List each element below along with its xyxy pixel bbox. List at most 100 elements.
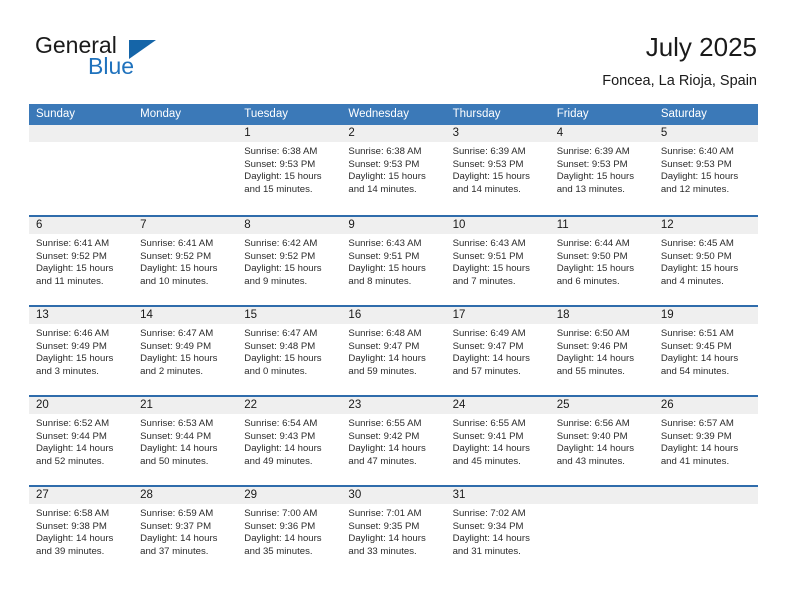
day-number: 31 (445, 487, 550, 504)
calendar-day-cell[interactable]: 1 Sunrise: 6:38 AM Sunset: 9:53 PM Daylight… (237, 125, 342, 215)
calendar-day-cell[interactable]: 5 Sunrise: 6:40 AM Sunset: 9:53 PM Daylight… (653, 125, 758, 215)
day-detail-line: Daylight: 15 hours (452, 263, 530, 275)
weekday-header-monday: Monday (140, 108, 182, 120)
calendar-day-cell-empty (29, 125, 134, 215)
calendar-day-cell[interactable]: 23 Sunrise: 6:55 AM Sunset: 9:42 PM Dayligh… (341, 397, 446, 485)
day-detail-line: Daylight: 14 hours (452, 353, 530, 365)
day-detail-line: Sunrise: 6:47 AM (244, 328, 318, 339)
calendar-day-cell[interactable]: 20 Sunrise: 6:52 AM Sunset: 9:44 PM Dayligh… (29, 397, 134, 485)
calendar-day-cell[interactable]: 13 Sunrise: 6:46 AM Sunset: 9:49 PM Dayligh… (29, 307, 134, 395)
calendar-day-cell[interactable]: 7 Sunrise: 6:41 AM Sunset: 9:52 PM Daylight… (133, 217, 238, 305)
day-number: 17 (445, 307, 550, 324)
day-details: Sunrise: 7:00 AM Sunset: 9:36 PM Daylight:… (237, 504, 341, 558)
day-detail-line: Sunrise: 6:41 AM (140, 238, 214, 249)
calendar-day-cell[interactable]: 11 Sunrise: 6:44 AM Sunset: 9:50 PM Dayligh… (549, 217, 654, 305)
day-detail-line: Sunset: 9:35 PM (348, 520, 420, 532)
day-details: Sunrise: 6:56 AM Sunset: 9:40 PM Daylight:… (550, 414, 654, 468)
day-detail-line: and 50 minutes. (140, 455, 209, 467)
day-detail-line: Sunrise: 7:02 AM (452, 508, 526, 519)
calendar-week-row: 13 Sunrise: 6:46 AM Sunset: 9:49 PM Dayligh… (29, 305, 758, 395)
day-detail-line: Sunset: 9:49 PM (140, 340, 212, 352)
day-details: Sunrise: 6:38 AM Sunset: 9:53 PM Daylight:… (341, 142, 445, 196)
day-detail-line: Daylight: 14 hours (452, 533, 530, 545)
calendar-day-cell[interactable]: 6 Sunrise: 6:41 AM Sunset: 9:52 PM Daylight… (29, 217, 134, 305)
day-details: Sunrise: 6:49 AM Sunset: 9:47 PM Daylight:… (446, 324, 550, 378)
day-number: 4 (549, 125, 654, 142)
day-details: Sunrise: 6:55 AM Sunset: 9:42 PM Daylight:… (341, 414, 445, 468)
day-number: 15 (237, 307, 342, 324)
calendar-day-cell[interactable]: 12 Sunrise: 6:45 AM Sunset: 9:50 PM Dayligh… (653, 217, 758, 305)
day-detail-line: Sunset: 9:47 PM (348, 340, 420, 352)
day-detail-line: Sunset: 9:53 PM (244, 158, 316, 170)
calendar-day-cell[interactable]: 10 Sunrise: 6:43 AM Sunset: 9:51 PM Dayligh… (445, 217, 550, 305)
calendar-day-cell[interactable]: 4 Sunrise: 6:39 AM Sunset: 9:53 PM Daylight… (549, 125, 654, 215)
day-detail-line: Sunset: 9:53 PM (348, 158, 420, 170)
day-number (133, 125, 238, 142)
calendar-day-cell[interactable]: 2 Sunrise: 6:38 AM Sunset: 9:53 PM Daylight… (341, 125, 446, 215)
day-detail-line: and 41 minutes. (660, 455, 730, 467)
day-number: 25 (549, 397, 654, 414)
day-detail-line: Daylight: 15 hours (244, 171, 322, 183)
day-details: Sunrise: 7:01 AM Sunset: 9:35 PM Daylight:… (341, 504, 445, 558)
day-details (29, 142, 133, 146)
general-blue-logo[interactable]: General Blue (35, 32, 215, 88)
calendar-day-cell[interactable]: 22 Sunrise: 6:54 AM Sunset: 9:43 PM Dayligh… (237, 397, 342, 485)
day-detail-line: Sunset: 9:52 PM (140, 250, 212, 262)
day-detail-line: Daylight: 14 hours (244, 533, 322, 545)
day-detail-line: Sunrise: 6:43 AM (348, 238, 422, 249)
day-detail-line: Daylight: 15 hours (36, 353, 114, 365)
day-number: 23 (341, 397, 446, 414)
day-detail-line: Daylight: 15 hours (452, 171, 530, 183)
day-detail-line: Sunrise: 6:59 AM (140, 508, 214, 519)
day-number: 30 (341, 487, 446, 504)
calendar-day-cell[interactable]: 31 Sunrise: 7:02 AM Sunset: 9:34 PM Dayligh… (445, 487, 550, 575)
day-number: 20 (29, 397, 134, 414)
page-header: General Blue July 2025 Foncea, La Rioja,… (35, 30, 757, 96)
weekday-header-sunday: Sunday (36, 108, 76, 120)
day-detail-line: Sunset: 9:51 PM (452, 250, 524, 262)
day-detail-line: and 57 minutes. (452, 365, 521, 377)
calendar-day-cell[interactable]: 17 Sunrise: 6:49 AM Sunset: 9:47 PM Dayligh… (445, 307, 550, 395)
calendar-day-cell[interactable]: 24 Sunrise: 6:55 AM Sunset: 9:41 PM Dayligh… (445, 397, 550, 485)
day-detail-line: Sunrise: 7:01 AM (348, 508, 422, 519)
calendar-day-cell[interactable]: 19 Sunrise: 6:51 AM Sunset: 9:45 PM Dayligh… (653, 307, 758, 395)
title-block: July 2025 Foncea, La Rioja, Spain (602, 30, 757, 92)
day-detail-line: and 15 minutes. (244, 183, 313, 195)
day-detail-line: Sunrise: 6:40 AM (660, 146, 734, 157)
calendar-day-cell[interactable]: 8 Sunrise: 6:42 AM Sunset: 9:52 PM Daylight… (237, 217, 342, 305)
day-detail-line: Sunset: 9:53 PM (660, 158, 732, 170)
day-number: 16 (341, 307, 446, 324)
calendar-day-cell[interactable]: 9 Sunrise: 6:43 AM Sunset: 9:51 PM Daylight… (341, 217, 446, 305)
day-number: 9 (341, 217, 446, 234)
day-details: Sunrise: 6:44 AM Sunset: 9:50 PM Daylight:… (550, 234, 654, 288)
day-detail-line: and 13 minutes. (556, 183, 625, 195)
calendar-day-cell[interactable]: 25 Sunrise: 6:56 AM Sunset: 9:40 PM Dayligh… (549, 397, 654, 485)
weekday-header-thursday: Thursday (452, 108, 501, 120)
day-detail-line: and 2 minutes. (140, 365, 204, 377)
day-detail-line: Daylight: 14 hours (660, 353, 739, 365)
calendar-day-cell[interactable]: 21 Sunrise: 6:53 AM Sunset: 9:44 PM Dayligh… (133, 397, 238, 485)
calendar-day-cell[interactable]: 3 Sunrise: 6:39 AM Sunset: 9:53 PM Daylight… (445, 125, 550, 215)
calendar-day-cell[interactable]: 30 Sunrise: 7:01 AM Sunset: 9:35 PM Dayligh… (341, 487, 446, 575)
day-number: 14 (133, 307, 238, 324)
day-detail-line: and 35 minutes. (244, 545, 313, 557)
day-details: Sunrise: 6:57 AM Sunset: 9:39 PM Daylight:… (654, 414, 758, 468)
day-detail-line: Sunrise: 6:47 AM (140, 328, 214, 339)
calendar-day-cell[interactable]: 29 Sunrise: 7:00 AM Sunset: 9:36 PM Dayligh… (237, 487, 342, 575)
calendar-day-cell[interactable]: 18 Sunrise: 6:50 AM Sunset: 9:46 PM Dayligh… (549, 307, 654, 395)
day-detail-line: Sunset: 9:41 PM (452, 430, 524, 442)
day-details: Sunrise: 6:43 AM Sunset: 9:51 PM Daylight:… (446, 234, 550, 288)
calendar-day-cell[interactable]: 14 Sunrise: 6:47 AM Sunset: 9:49 PM Dayligh… (133, 307, 238, 395)
calendar-day-cell[interactable]: 26 Sunrise: 6:57 AM Sunset: 9:39 PM Dayligh… (653, 397, 758, 485)
calendar-day-cell[interactable]: 16 Sunrise: 6:48 AM Sunset: 9:47 PM Dayligh… (341, 307, 446, 395)
day-details: Sunrise: 6:59 AM Sunset: 9:37 PM Daylight:… (133, 504, 237, 558)
weekday-header-tuesday: Tuesday (244, 108, 288, 120)
day-details: Sunrise: 6:58 AM Sunset: 9:38 PM Daylight:… (29, 504, 133, 558)
logo-text-blue: Blue (88, 53, 135, 79)
calendar-day-cell[interactable]: 27 Sunrise: 6:58 AM Sunset: 9:38 PM Dayligh… (29, 487, 134, 575)
calendar-day-cell[interactable]: 28 Sunrise: 6:59 AM Sunset: 9:37 PM Dayligh… (133, 487, 238, 575)
day-details: Sunrise: 6:51 AM Sunset: 9:45 PM Daylight:… (654, 324, 758, 378)
day-number: 27 (29, 487, 134, 504)
calendar-day-cell[interactable]: 15 Sunrise: 6:47 AM Sunset: 9:48 PM Dayligh… (237, 307, 342, 395)
day-detail-line: and 49 minutes. (244, 455, 313, 467)
